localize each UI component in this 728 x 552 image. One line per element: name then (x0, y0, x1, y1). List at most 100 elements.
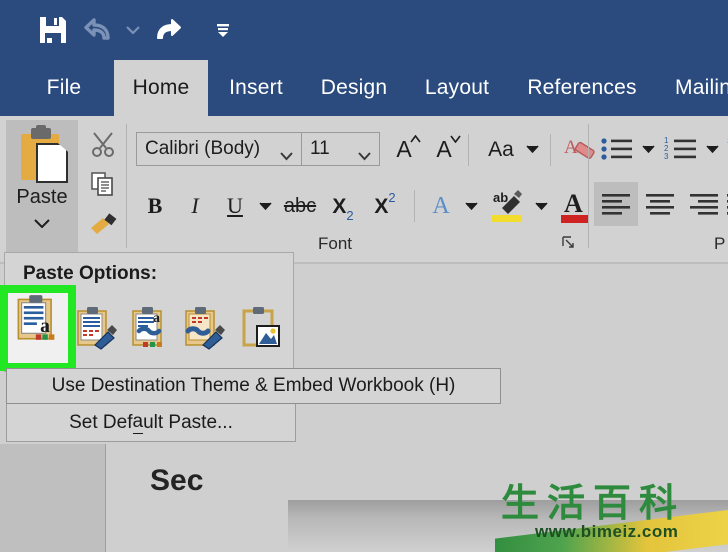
paste-link-icon: a (132, 307, 163, 347)
tab-mailings-label: Mailing (675, 76, 728, 99)
bold-button[interactable]: B (138, 188, 172, 224)
bullets-chevron-down-icon[interactable] (638, 136, 658, 162)
ribbon-group-font: Calibri (Body) 11 A A Aa A B I U abc X 2… (130, 116, 612, 256)
cut-button[interactable] (82, 124, 124, 164)
change-case-label: Aa (488, 137, 514, 161)
shrink-font-button[interactable]: A (426, 132, 462, 166)
watermark-url: www.bimeiz.com (535, 522, 679, 541)
quick-access-toolbar (30, 8, 234, 52)
redo-button[interactable] (144, 10, 190, 50)
subscript-button[interactable]: X 2 (324, 188, 362, 224)
tab-layout[interactable]: Layout (412, 60, 502, 116)
underline-button[interactable]: U (218, 188, 252, 224)
word-window: File Home Insert Design Layout Reference… (0, 0, 728, 552)
superscript-sup-label: 2 (388, 190, 396, 205)
tab-home[interactable]: Home (114, 60, 208, 116)
align-center-button[interactable] (638, 182, 682, 226)
tab-design-label: Design (320, 76, 388, 99)
format-painter-icon (91, 213, 117, 234)
ribbon-group-clipboard: Paste (0, 116, 128, 256)
paste-tooltip-text: Use Destination Theme & Embed Workbook (… (51, 375, 456, 396)
scissors-icon (92, 132, 114, 157)
multilevel-list-button[interactable]: 1 a (722, 132, 728, 166)
font-dialog-launcher[interactable] (562, 236, 576, 250)
tab-design[interactable]: Design (306, 60, 402, 116)
ribbon-tabs: File Home Insert Design Layout Reference… (0, 60, 728, 116)
set-default-paste-item[interactable]: Set Def a ult Paste... (6, 404, 296, 442)
numbered-list-icon: 1 2 3 (664, 136, 696, 161)
text-effects-label: A (432, 193, 450, 219)
tab-file-label: File (46, 76, 82, 99)
svg-text:A: A (564, 189, 583, 218)
paste-option-merge-formatting[interactable] (69, 299, 123, 357)
undo-dropdown-button[interactable] (122, 10, 144, 50)
set-default-accel: a (132, 411, 144, 434)
ribbon: Paste Calibri (Body) 11 A A Aa A B I U a… (0, 116, 728, 264)
numbering-button[interactable]: 1 2 3 (660, 132, 702, 166)
underline-chevron-down-icon[interactable] (254, 192, 276, 220)
paste-button[interactable]: Paste (6, 120, 78, 252)
text-effects-chevron-down-icon[interactable] (460, 192, 482, 220)
font-name-value: Calibri (Body) (145, 138, 261, 159)
text-highlight-button[interactable]: ab (486, 184, 530, 228)
tab-layout-label: Layout (424, 76, 490, 99)
paste-icon (15, 125, 69, 184)
superscript-button[interactable]: X 2 (366, 188, 404, 224)
chevron-down-icon (126, 26, 140, 35)
title-bar (0, 0, 728, 60)
numbering-chevron-down-icon[interactable] (702, 136, 722, 162)
text-effects-button[interactable]: A (422, 188, 460, 224)
set-default-suffix: ult Paste... (143, 411, 233, 433)
paste-merge-formatting-icon (76, 307, 117, 350)
undo-button[interactable] (76, 10, 122, 50)
svg-text:ab: ab (493, 190, 508, 205)
font-size-combobox[interactable]: 11 (302, 132, 380, 166)
document-heading-text: Sec (150, 464, 204, 497)
subscript-sub-label: 2 (346, 208, 354, 223)
change-case-button[interactable]: Aa (478, 132, 524, 166)
font-color-button[interactable]: A (554, 184, 596, 228)
italic-button[interactable]: I (178, 188, 212, 224)
copy-button[interactable] (82, 164, 124, 204)
bullets-button[interactable] (596, 132, 638, 166)
paste-option-picture[interactable] (233, 299, 287, 357)
align-left-icon (602, 194, 630, 215)
tab-mailings[interactable]: Mailing (664, 60, 728, 116)
paste-option-keep-source-formatting-link[interactable] (178, 299, 232, 357)
paste-keep-source-link-icon (185, 307, 226, 350)
font-group-label: Font (318, 234, 353, 253)
bullet-list-icon (601, 138, 632, 160)
caret-down-icon (450, 135, 461, 143)
paste-tooltip: Use Destination Theme & Embed Workbook (… (6, 368, 501, 404)
svg-text:3: 3 (664, 152, 669, 161)
tab-home-label: Home (132, 76, 190, 99)
svg-text:a: a (40, 316, 50, 337)
ribbon-group-paragraph: 1 2 3 1 a (592, 116, 728, 256)
tab-file[interactable]: File (28, 60, 100, 116)
format-painter-button[interactable] (82, 204, 124, 244)
italic-label: I (191, 193, 199, 218)
bold-label: B (147, 193, 163, 218)
justify-button[interactable] (720, 182, 728, 226)
paste-option-use-destination-theme-link[interactable]: a (124, 299, 178, 357)
paste-caret-icon[interactable] (34, 215, 50, 233)
tab-insert[interactable]: Insert (214, 60, 298, 116)
align-left-button[interactable] (594, 182, 638, 226)
strikethrough-button[interactable]: abc (278, 188, 322, 224)
workspace-left-panel (0, 444, 105, 552)
font-name-combobox[interactable]: Calibri (Body) (136, 132, 302, 166)
change-case-chevron-down-icon[interactable] (522, 136, 542, 162)
underline-label: U (227, 193, 243, 218)
font-size-chevron-down-icon[interactable] (358, 145, 371, 167)
font-name-chevron-down-icon[interactable] (280, 145, 293, 167)
paste-option-keep-source-formatting-overlay[interactable]: a (14, 292, 62, 344)
tab-references[interactable]: References (512, 60, 652, 116)
tab-insert-label: Insert (229, 76, 283, 99)
clipboard-small-buttons (82, 124, 124, 248)
highlighter-icon: ab (492, 190, 522, 222)
subscript-base-label: X (332, 194, 347, 218)
text-highlight-chevron-down-icon[interactable] (530, 192, 552, 220)
save-button[interactable] (30, 10, 76, 50)
customize-qat-button[interactable] (212, 10, 234, 50)
grow-font-button[interactable]: A (386, 132, 422, 166)
